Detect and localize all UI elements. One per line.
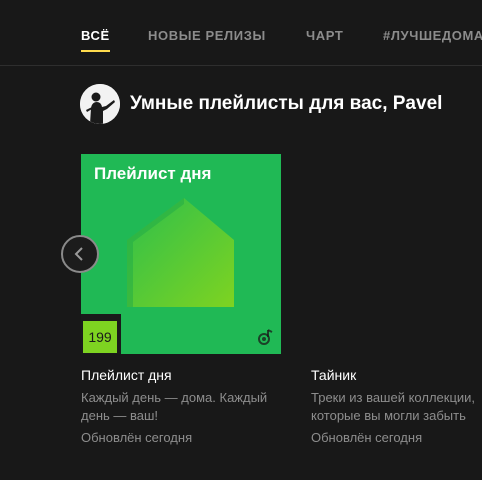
playlist-cover-playlist-of-the-day[interactable]: Плейлист дня 199	[81, 154, 281, 354]
card-description: Каждый день — дома. Каждый день — ваш!	[81, 390, 268, 423]
avatar-silhouette-icon	[80, 84, 120, 124]
cover-number-badge: 199	[83, 321, 117, 353]
tab-new-releases[interactable]: НОВЫЕ РЕЛИЗЫ	[148, 28, 266, 43]
cover-title: Плейлист дня	[94, 164, 212, 183]
tab-best-at-home[interactable]: #ЛУЧШЕДОМА	[383, 28, 482, 43]
card-title[interactable]: Плейлист дня	[81, 367, 172, 383]
chevron-left-icon	[74, 247, 83, 261]
section-title: Умные плейлисты для вас, Pavel	[130, 93, 443, 114]
card-updated: Обновлён сегодня	[81, 430, 193, 445]
tabs-bar: ВСЁ НОВЫЕ РЕЛИЗЫ ЧАРТ #ЛУЧШЕДОМА	[0, 0, 482, 66]
music-note-icon	[258, 329, 273, 345]
tab-all[interactable]: ВСЁ	[81, 28, 110, 52]
tab-all-label: ВСЁ	[81, 28, 110, 43]
card-updated: Обновлён сегодня	[311, 430, 423, 445]
tab-new-releases-label: НОВЫЕ РЕЛИЗЫ	[148, 28, 266, 43]
carousel-prev-button[interactable]	[61, 235, 99, 273]
tab-best-at-home-label: #ЛУЧШЕДОМА	[383, 28, 482, 43]
page: ВСЁ НОВЫЕ РЕЛИЗЫ ЧАРТ #ЛУЧШЕДОМА Умные п…	[0, 0, 482, 480]
user-avatar[interactable]	[80, 84, 120, 124]
tab-chart[interactable]: ЧАРТ	[306, 28, 343, 43]
tab-active-underline	[81, 50, 110, 52]
tab-chart-label: ЧАРТ	[306, 28, 344, 43]
card-title[interactable]: Тайник	[311, 367, 356, 383]
card-description: Треки из вашей коллекции, которые вы мог…	[311, 390, 476, 423]
